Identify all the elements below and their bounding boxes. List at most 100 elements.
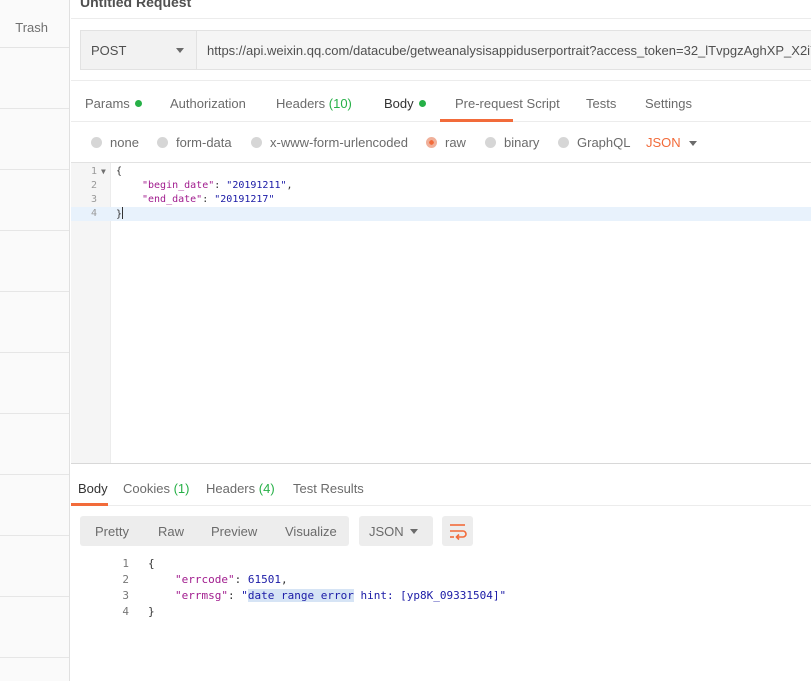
sidebar-list-item[interactable] (0, 170, 69, 231)
tab-tests-label: Tests (586, 96, 617, 111)
tab-response-headers[interactable]: Headers (4) (206, 481, 275, 496)
code-text: } (116, 207, 124, 222)
tab-headers-label: Headers (276, 96, 326, 111)
radio-x-www-form-urlencoded[interactable]: x-www-form-urlencoded (251, 135, 408, 150)
json-key: "end_date" (142, 194, 203, 205)
sidebar-list-item[interactable] (0, 292, 69, 353)
code-text: { (148, 557, 155, 570)
tab-headers[interactable]: Headers (10) (276, 96, 352, 111)
tab-prerequest-label: Pre-request Script (455, 96, 560, 111)
request-title[interactable]: Untitled Request (80, 0, 191, 10)
wrap-lines-button[interactable] (442, 516, 473, 546)
editor-line: 3 "end_date": "20191217" (71, 193, 811, 207)
fold-arrow-icon[interactable]: ▼ (101, 165, 106, 179)
response-format-select[interactable]: JSON (359, 516, 433, 546)
json-separator: : (227, 589, 242, 602)
sidebar-list-item[interactable] (0, 475, 69, 536)
code-text: { (116, 166, 123, 177)
request-tabs: Params Authorization Headers (10) Body P… (71, 80, 811, 122)
radio-form-data-label: form-data (176, 135, 232, 150)
view-visualize-button[interactable]: Visualize (285, 524, 337, 539)
view-pretty-button[interactable]: Pretty (95, 524, 129, 539)
line-number: 4 (90, 208, 97, 219)
method-select[interactable]: POST (81, 31, 197, 69)
line-number: 3 (90, 194, 97, 205)
radio-binary-label: binary (504, 135, 540, 150)
tab-test-results-label: Test Results (293, 481, 364, 496)
editor-line: 1 ▼ { (71, 165, 811, 179)
tab-prerequest-script[interactable]: Pre-request Script (455, 96, 560, 111)
line-number: 2 (90, 180, 97, 191)
tab-settings-label: Settings (645, 96, 692, 111)
tab-tests[interactable]: Tests (586, 96, 616, 111)
json-value: "20191217" (214, 194, 275, 205)
radio-raw-label: raw (445, 135, 466, 150)
tab-cookies[interactable]: Cookies (1) (123, 481, 189, 496)
active-response-tab-underline (71, 503, 108, 506)
response-line: 2 "errcode": 61501, (71, 572, 811, 588)
code-text: "end_date": "20191217" (142, 193, 274, 207)
radio-off-icon (157, 137, 168, 148)
line-number: 2 (122, 573, 129, 586)
sidebar-list-item[interactable] (0, 536, 69, 597)
tab-body-label: Body (384, 96, 414, 111)
radio-urlencoded-label: x-www-form-urlencoded (270, 135, 408, 150)
tab-response-body[interactable]: Body (78, 481, 108, 496)
response-tabs: Body Cookies (1) Headers (4) Test Result… (71, 464, 811, 506)
body-format-select[interactable]: JSON (646, 135, 681, 150)
line-number: 3 (122, 589, 129, 602)
body-indicator-icon (418, 100, 426, 107)
sidebar-trash-tab[interactable]: Trash (0, 0, 69, 48)
json-value: "20191211" (226, 180, 287, 191)
radio-off-icon (485, 137, 496, 148)
request-title-bar: Untitled Request (71, 0, 811, 19)
url-input[interactable]: https://api.weixin.qq.com/datacube/getwe… (207, 43, 811, 58)
json-separator: : (202, 194, 215, 205)
json-key: "errcode" (175, 573, 235, 586)
json-comma: , (280, 573, 288, 586)
tab-test-results[interactable]: Test Results (293, 481, 364, 496)
editor-line-current: 4 } (71, 207, 811, 221)
chevron-down-icon[interactable] (689, 141, 697, 146)
sidebar-list-item[interactable] (0, 414, 69, 475)
code-text: "begin_date": "20191211", (142, 179, 293, 193)
radio-binary[interactable]: binary (485, 135, 539, 150)
line-number: 1 (122, 557, 129, 570)
method-label: POST (91, 43, 127, 58)
editor-line: 2 "begin_date": "20191211", (71, 179, 811, 193)
tab-response-body-label: Body (78, 481, 108, 496)
json-comma: , (286, 180, 293, 191)
tab-settings[interactable]: Settings (645, 96, 692, 111)
view-raw-button[interactable]: Raw (158, 524, 184, 539)
radio-off-icon (251, 137, 262, 148)
radio-none[interactable]: none (91, 135, 139, 150)
radio-raw[interactable]: raw (426, 135, 466, 150)
body-format-label: JSON (646, 135, 681, 150)
response-format-label: JSON (369, 524, 404, 539)
params-indicator-icon (134, 100, 142, 107)
chevron-down-icon (410, 529, 418, 534)
radio-graphql-label: GraphQL (577, 135, 631, 150)
tab-response-headers-count: (4) (258, 481, 275, 496)
tab-params[interactable]: Params (85, 96, 142, 111)
tab-cookies-label: Cookies (123, 481, 170, 496)
sidebar-list-item[interactable] (0, 48, 69, 109)
line-number: 4 (122, 605, 129, 618)
chevron-down-icon (176, 48, 184, 53)
radio-form-data[interactable]: form-data (157, 135, 232, 150)
view-preview-button[interactable]: Preview (211, 524, 257, 539)
collections-sidebar: Trash (0, 0, 70, 681)
response-line: 3 "errmsg": "date range error hint: [yp8… (71, 588, 811, 604)
radio-graphql[interactable]: GraphQL (558, 135, 630, 150)
sidebar-list-item[interactable] (0, 109, 69, 170)
json-key: "errmsg" (175, 589, 228, 602)
sidebar-list-item[interactable] (0, 353, 69, 414)
code-text: "errmsg": "date range error hint: [yp8K_… (175, 588, 506, 604)
radio-on-icon (426, 137, 437, 148)
sidebar-list-item[interactable] (0, 231, 69, 292)
wrap-lines-icon (450, 524, 467, 541)
tab-authorization[interactable]: Authorization (170, 96, 246, 111)
sidebar-list-item[interactable] (0, 597, 69, 658)
request-body-editor[interactable]: 1 ▼ { 2 "begin_date": "20191211", 3 "end… (71, 162, 811, 464)
tab-body[interactable]: Body (384, 96, 426, 111)
